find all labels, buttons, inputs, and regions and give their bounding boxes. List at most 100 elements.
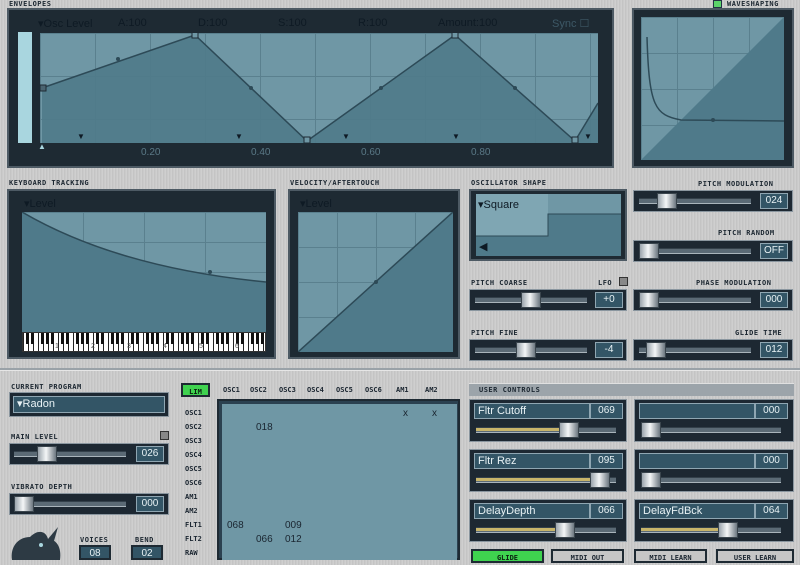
vibrato-depth-value[interactable]: 000 (136, 496, 164, 512)
phase-modulation-value[interactable]: 000 (760, 292, 788, 308)
user-control-knob[interactable] (555, 522, 575, 538)
sync-toggle[interactable]: Sync ☐ (552, 17, 589, 30)
glide-time-value[interactable]: 012 (760, 342, 788, 358)
matrix-row-flt1[interactable]: FLT1 (185, 521, 202, 529)
user-control-4: 000 (634, 449, 794, 492)
matrix-cell[interactable]: 009 (285, 520, 302, 531)
user-control-value[interactable]: 000 (755, 453, 788, 469)
user-control-knob[interactable] (590, 472, 610, 488)
matrix-cell[interactable]: 012 (285, 534, 302, 545)
matrix-row-flt2[interactable]: FLT2 (185, 535, 202, 543)
user-control-knob[interactable] (559, 422, 579, 438)
user-control-track[interactable] (476, 527, 616, 533)
matrix-cell[interactable]: 018 (256, 422, 273, 433)
user-control-name[interactable] (639, 403, 755, 419)
mod-matrix-grid[interactable]: x x 018 068 009 066 012 (222, 404, 457, 560)
matrix-row-am1[interactable]: AM1 (185, 493, 198, 501)
user-control-track[interactable] (476, 427, 616, 433)
pitch-random-knob[interactable] (639, 243, 659, 259)
user-control-value[interactable]: 000 (755, 403, 788, 419)
matrix-column-osc5[interactable]: OSC5 (336, 386, 353, 394)
phase-modulation-label: PHASE MODULATION (696, 279, 772, 287)
osc-shape-graph[interactable]: ▾Square ◀ (476, 194, 621, 256)
matrix-row-am2[interactable]: AM2 (185, 507, 198, 515)
velocity-target-dropdown[interactable]: ▾Level (300, 197, 332, 210)
matrix-column-osc4[interactable]: OSC4 (307, 386, 324, 394)
pitch-coarse-value[interactable]: +0 (595, 292, 623, 308)
pitch-random-value[interactable]: OFF (760, 243, 788, 259)
envelope-target-dropdown[interactable]: ▾Osc Level (38, 17, 92, 30)
keyboard-target-dropdown[interactable]: ▾Level (24, 197, 56, 210)
matrix-row-raw[interactable]: RAW (185, 549, 198, 557)
octave-label: 2 (91, 343, 95, 350)
program-dropdown[interactable]: ▾Radon (13, 396, 165, 413)
user-control-name[interactable]: Fltr Cutoff (474, 403, 590, 419)
keyboard-target-label: Level (29, 198, 56, 210)
glide-time-knob[interactable] (646, 342, 666, 358)
user-control-name[interactable]: DelayFdBck (639, 503, 755, 519)
user-learn-button[interactable]: USER LEARN (716, 549, 794, 563)
user-control-track[interactable] (641, 477, 781, 483)
play-left-icon[interactable]: ◀ (479, 240, 487, 253)
midi-out-button[interactable]: MIDI OUT (551, 549, 624, 563)
matrix-column-osc3[interactable]: OSC3 (279, 386, 296, 394)
matrix-column-am1[interactable]: AM1 (396, 386, 409, 394)
user-control-track[interactable] (641, 427, 781, 433)
envelope-graph[interactable] (40, 33, 598, 143)
user-control-knob[interactable] (641, 472, 661, 488)
lim-button[interactable]: LIM (181, 383, 210, 397)
keyboard-tracking-graph[interactable] (22, 212, 266, 332)
matrix-cell[interactable]: x (403, 408, 408, 419)
matrix-row-osc6[interactable]: OSC6 (185, 479, 202, 487)
vibrato-depth-knob[interactable] (14, 496, 34, 512)
pitch-fine-knob[interactable] (516, 342, 536, 358)
main-level-value[interactable]: 026 (136, 446, 164, 462)
pitch-modulation-knob[interactable] (657, 193, 677, 209)
user-control-value[interactable]: 095 (590, 453, 623, 469)
user-control-knob[interactable] (641, 422, 661, 438)
matrix-row-osc3[interactable]: OSC3 (185, 437, 202, 445)
attack-value: A:100 (118, 17, 147, 29)
matrix-cell[interactable]: 066 (256, 534, 273, 545)
matrix-column-osc6[interactable]: OSC6 (365, 386, 382, 394)
main-level-track[interactable] (14, 451, 126, 457)
user-control-name[interactable]: Fltr Rez (474, 453, 590, 469)
matrix-row-osc1[interactable]: OSC1 (185, 409, 202, 417)
matrix-column-osc1[interactable]: OSC1 (223, 386, 240, 394)
waveshaping-enable-toggle[interactable] (713, 0, 722, 8)
matrix-row-osc2[interactable]: OSC2 (185, 423, 202, 431)
user-control-name[interactable] (639, 453, 755, 469)
user-control-3: Fltr Rez 095 (469, 449, 627, 492)
user-control-value[interactable]: 064 (755, 503, 788, 519)
matrix-column-osc2[interactable]: OSC2 (250, 386, 267, 394)
velocity-graph[interactable] (298, 212, 453, 352)
user-control-knob[interactable] (718, 522, 738, 538)
matrix-cell[interactable]: 068 (227, 520, 244, 531)
matrix-column-am2[interactable]: AM2 (425, 386, 438, 394)
matrix-cell[interactable]: x (432, 408, 437, 419)
user-control-value[interactable]: 066 (590, 503, 623, 519)
pitch-modulation-track[interactable] (639, 198, 751, 204)
phase-modulation-knob[interactable] (639, 292, 659, 308)
pitch-modulation-value[interactable]: 024 (760, 193, 788, 209)
bend-value[interactable]: 02 (131, 545, 163, 560)
loop-marker-icon[interactable]: ▲ (38, 142, 46, 151)
midi-learn-button[interactable]: MIDI LEARN (634, 549, 707, 563)
lfo-toggle[interactable] (619, 277, 628, 286)
pitch-coarse-knob[interactable] (521, 292, 541, 308)
osc-shape-dropdown[interactable]: ▾Square (478, 198, 519, 211)
user-control-track[interactable] (641, 527, 781, 533)
matrix-row-osc4[interactable]: OSC4 (185, 451, 202, 459)
matrix-row-osc5[interactable]: OSC5 (185, 465, 202, 473)
pitch-fine-value[interactable]: -4 (595, 342, 623, 358)
main-level-toggle[interactable] (160, 431, 169, 440)
keyboard-piano[interactable]: 1 2 3 4 5 6 (22, 332, 266, 352)
voices-value[interactable]: 08 (79, 545, 111, 560)
main-level-knob[interactable] (37, 446, 57, 462)
envelope-level-meter[interactable] (16, 30, 34, 145)
env-node (451, 33, 459, 39)
waveshaping-graph[interactable] (641, 17, 784, 160)
user-control-value[interactable]: 069 (590, 403, 623, 419)
glide-button[interactable]: GLIDE (471, 549, 544, 563)
user-control-name[interactable]: DelayDepth (474, 503, 590, 519)
